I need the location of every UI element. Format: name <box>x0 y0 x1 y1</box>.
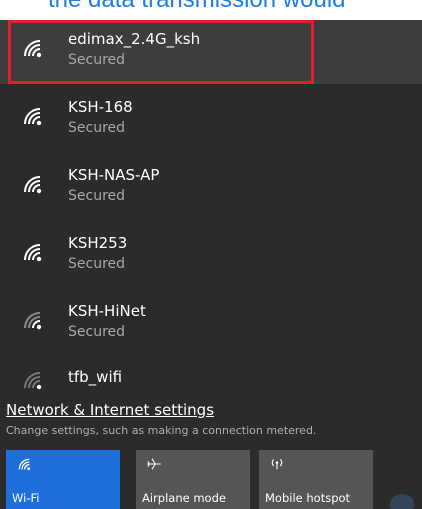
network-name: KSH-168 <box>68 98 133 116</box>
tile-label: Airplane mode <box>142 491 226 505</box>
network-settings-link[interactable]: Network & Internet settings <box>6 401 214 419</box>
wifi-signal-weak-icon <box>20 308 44 332</box>
wifi-signal-icon <box>20 240 44 264</box>
network-settings-description: Change settings, such as making a connec… <box>6 424 317 437</box>
taskbar-edge-decoration <box>390 494 414 509</box>
wifi-signal-icon <box>20 172 44 196</box>
network-name: edimax_2.4G_ksh <box>68 30 201 48</box>
network-status: Secured <box>68 52 126 68</box>
wifi-signal-icon <box>20 36 44 60</box>
wifi-signal-icon <box>20 104 44 128</box>
network-item-edimax[interactable]: edimax_2.4G_ksh Secured <box>0 20 422 84</box>
wifi-signal-weak-icon <box>20 368 44 392</box>
caption-strip: the data transmission would <box>0 0 422 20</box>
wifi-flyout-panel: edimax_2.4G_ksh Secured KSH-168 Secured … <box>0 20 422 509</box>
network-status: Secured <box>68 120 126 136</box>
network-name: KSH-HiNet <box>68 302 146 320</box>
network-status: Secured <box>68 188 126 204</box>
mobile-hotspot-tile[interactable]: Mobile hotspot <box>259 450 373 509</box>
network-item-ksh253[interactable]: KSH253 Secured <box>0 224 422 288</box>
network-item-ksh-hinet[interactable]: KSH-HiNet Secured <box>0 292 422 356</box>
network-status: Secured <box>68 324 126 340</box>
wifi-icon <box>16 456 32 472</box>
network-name: KSH253 <box>68 234 128 252</box>
airplane-icon <box>146 456 162 472</box>
network-name: tfb_wifi <box>68 368 123 386</box>
airplane-mode-tile[interactable]: Airplane mode <box>136 450 250 509</box>
network-item-tfb-wifi[interactable]: tfb_wifi <box>0 360 422 390</box>
network-status: Secured <box>68 256 126 272</box>
network-item-ksh-nas-ap[interactable]: KSH-NAS-AP Secured <box>0 156 422 220</box>
caption-text: the data transmission would <box>48 0 346 14</box>
wifi-toggle-tile[interactable]: Wi-Fi <box>6 450 120 509</box>
hotspot-icon <box>269 456 285 472</box>
tile-label: Mobile hotspot <box>265 491 351 505</box>
network-item-ksh-168[interactable]: KSH-168 Secured <box>0 88 422 152</box>
network-name: KSH-NAS-AP <box>68 166 160 184</box>
tile-label: Wi-Fi <box>12 491 40 505</box>
